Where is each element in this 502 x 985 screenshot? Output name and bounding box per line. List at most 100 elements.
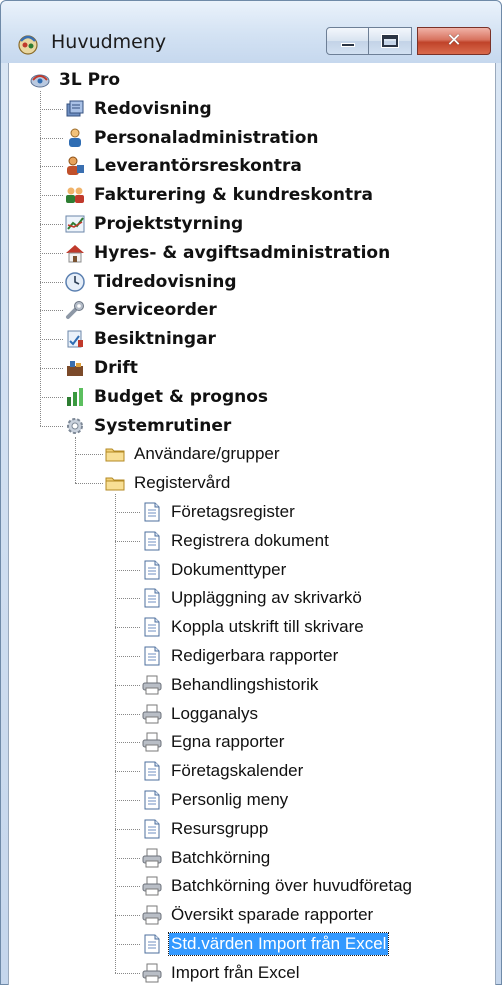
tree-node-label: Tidredovisning <box>94 271 237 292</box>
printer-icon <box>142 905 162 925</box>
tree-connector <box>115 742 140 744</box>
tree-node-label: Egna rapporter <box>171 732 285 752</box>
tree-node-item[interactable]: Batchkörning <box>141 845 272 871</box>
tree-node-label: Projektstyrning <box>94 214 244 234</box>
document-icon <box>144 531 160 551</box>
tree-node-module[interactable]: Besiktningar <box>64 326 218 352</box>
tree-node-module[interactable]: Systemrutiner <box>64 413 233 439</box>
tree-node-label: Koppla utskrift till skrivare <box>171 617 364 637</box>
document-icon <box>144 588 160 608</box>
document-icon <box>144 502 160 522</box>
tree-node-module[interactable]: Personaladministration <box>64 125 321 151</box>
tree-node-module[interactable]: Hyres- & avgiftsadministration <box>64 240 392 266</box>
menu-tree: 3L Pro Redovisning Personaladministration L… <box>8 63 496 985</box>
tree-node-label: Serviceorder <box>94 300 217 321</box>
tree-node-module[interactable]: Fakturering & kundreskontra <box>64 182 375 208</box>
tree-connector <box>115 886 140 888</box>
tree-connector <box>115 684 140 686</box>
title-bar[interactable]: Huvudmeny ✕ <box>1 1 501 63</box>
tree-connector <box>115 800 140 801</box>
tree-node-label: Batchkörning över huvudföretag <box>171 876 412 896</box>
tree-node-item[interactable]: Företagskalender <box>141 758 305 784</box>
gear-icon <box>67 417 83 434</box>
tree-node-item[interactable]: Företagsregister <box>141 499 297 525</box>
folder-icon <box>104 472 126 494</box>
close-button[interactable]: ✕ <box>417 27 491 55</box>
tree-connector <box>115 944 140 945</box>
tree-node-module[interactable]: Tidredovisning <box>64 269 239 295</box>
gear-icon <box>64 415 86 437</box>
tree-connector <box>40 224 63 225</box>
tree-connector <box>115 828 140 830</box>
tree-node-item[interactable]: Logganalys <box>141 701 260 727</box>
document-icon <box>144 761 160 781</box>
tree-node-module[interactable]: Drift <box>64 355 140 381</box>
tree-node-item[interactable]: Import från Excel <box>141 960 302 985</box>
tree-node-label: Import från Excel <box>171 962 300 982</box>
printer-icon <box>141 847 163 869</box>
tree-connector <box>115 540 140 542</box>
tree-connector <box>40 166 63 168</box>
minimize-button[interactable] <box>326 27 369 55</box>
folder-icon <box>105 448 125 462</box>
maximize-button[interactable] <box>368 27 412 55</box>
tree-node-label: 3L Pro <box>59 70 121 90</box>
tree-node-label: Dokumenttyper <box>171 559 287 579</box>
tree-node-item[interactable]: Batchkörning över huvudföretag <box>141 873 414 899</box>
app-icon <box>30 74 50 88</box>
tree-node-label: Resursgrupp <box>171 818 269 838</box>
tree-node-module[interactable]: Leverantörsreskontra <box>64 153 304 179</box>
tree-connector <box>115 512 140 513</box>
document-icon <box>141 933 163 955</box>
tree-node-label: Leverantörsreskontra <box>94 156 302 177</box>
printer-icon <box>141 875 163 897</box>
tree-node-item[interactable]: Uppläggning av skrivarkö <box>141 585 364 611</box>
document-icon <box>144 646 160 666</box>
tree-node-item[interactable]: Personlig meny <box>141 787 290 813</box>
tree-node-label: Besiktningar <box>94 329 216 350</box>
tree-node-selected[interactable]: Std.värden Import från Excel <box>141 931 390 957</box>
printer-icon <box>141 962 163 984</box>
tree-node-item[interactable]: Dokumenttyper <box>141 557 288 583</box>
tree-node-label: Redigerbara rapporter <box>171 646 339 665</box>
tree-node-label: Företagsregister <box>171 502 295 521</box>
tree-node-module[interactable]: Budget & prognos <box>64 384 270 410</box>
tree-node-item[interactable]: Redigerbara rapporter <box>141 643 340 669</box>
tree-connector <box>115 972 140 974</box>
tree-node-item[interactable]: Behandlingshistorik <box>141 672 320 698</box>
printer-icon <box>141 703 163 725</box>
tree-node-label: Personlig meny <box>171 790 289 809</box>
tree-node-folder[interactable]: Registervård <box>104 470 232 496</box>
document-icon <box>141 818 163 840</box>
tree-node-item[interactable]: Registrera dokument <box>141 528 331 554</box>
printer-icon <box>141 731 163 753</box>
tree-node-label: Systemrutiner <box>94 415 232 436</box>
tree-node-module[interactable]: Projektstyrning <box>64 211 245 237</box>
printer-icon <box>142 732 162 752</box>
tree-node-label: Användare/grupper <box>134 444 280 464</box>
tree-node-item[interactable]: Översikt sparade rapporter <box>141 902 375 928</box>
tree-connector <box>115 598 140 600</box>
supplier-icon <box>64 155 86 177</box>
operations-icon <box>64 357 86 379</box>
printer-icon <box>142 675 162 695</box>
tree-node-module[interactable]: Redovisning <box>64 96 214 122</box>
tree-node-label: Hyres- & avgiftsadministration <box>94 242 391 263</box>
tree-connector <box>40 368 63 369</box>
ledger-icon <box>64 98 86 120</box>
tree-node-module[interactable]: Serviceorder <box>64 297 219 323</box>
tree-node-item[interactable]: Egna rapporter <box>141 729 286 755</box>
tree-node-item[interactable]: Resursgrupp <box>141 816 270 842</box>
document-icon <box>144 819 160 839</box>
app-icon <box>29 69 51 91</box>
tree-node-item[interactable]: Koppla utskrift till skrivare <box>141 614 366 640</box>
tree-node-label: Logganalys <box>171 703 258 723</box>
document-icon <box>141 760 163 782</box>
minimize-icon <box>340 43 355 47</box>
tree-node-root[interactable]: 3L Pro <box>29 67 122 93</box>
tree-node-label: Översikt sparade rapporter <box>171 905 374 925</box>
close-icon: ✕ <box>446 30 462 51</box>
tree-node-label: Företagskalender <box>171 761 304 781</box>
tree-node-folder[interactable]: Användare/grupper <box>104 441 282 467</box>
tree-connector <box>115 494 116 973</box>
